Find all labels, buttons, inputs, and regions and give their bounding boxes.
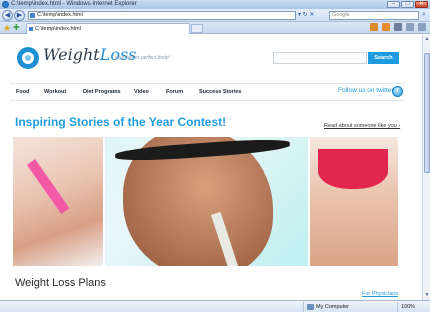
nav-workout[interactable]: Workout bbox=[44, 84, 66, 101]
computer-icon bbox=[307, 304, 314, 310]
close-button[interactable]: ✕ bbox=[415, 1, 428, 8]
contest-heading: Inspiring Stories of the Year Contest! bbox=[15, 115, 227, 129]
window-titlebar: C:\temp\index.html - Windows Internet Ex… bbox=[0, 0, 430, 9]
add-favorite-icon[interactable]: ✚ bbox=[13, 23, 20, 33]
site-search-button[interactable]: Search bbox=[368, 52, 399, 64]
page-icon bbox=[30, 13, 35, 18]
window-title: C:\temp\index.html - Windows Internet Ex… bbox=[11, 1, 137, 7]
zoom-control[interactable]: 100% bbox=[397, 302, 430, 312]
zoom-level: 100% bbox=[401, 304, 416, 310]
web-page: WeightLoss your key to perfect body! Sea… bbox=[0, 35, 422, 300]
zone-label: My Computer bbox=[316, 304, 350, 310]
logo-weight: Weight bbox=[43, 45, 100, 64]
feeds-icon[interactable] bbox=[382, 23, 390, 31]
magnifier-icon[interactable]: ⌕ bbox=[419, 11, 429, 20]
hero-photo-red-swimsuit bbox=[310, 137, 398, 266]
home-icon[interactable] bbox=[370, 23, 378, 31]
print-icon[interactable] bbox=[394, 23, 402, 31]
nav-video[interactable]: Video bbox=[134, 84, 149, 101]
tools-icon[interactable] bbox=[418, 23, 426, 31]
hero-banner[interactable] bbox=[13, 137, 398, 266]
maximize-button[interactable]: □ bbox=[401, 1, 414, 8]
scroll-up-icon[interactable]: ▲ bbox=[424, 36, 430, 43]
tab-label: C:\temp\index.html bbox=[35, 26, 81, 32]
page-menu-icon[interactable] bbox=[406, 23, 414, 31]
ie-icon bbox=[2, 1, 9, 8]
follow-twitter-link[interactable]: Follow us on twitter! bbox=[338, 87, 395, 94]
address-text: C:\temp\index.html bbox=[37, 12, 83, 18]
nav-food[interactable]: Food bbox=[16, 84, 29, 101]
logo-mark-icon[interactable] bbox=[17, 47, 39, 69]
hero-photo-tape-measure bbox=[105, 137, 308, 266]
address-bar[interactable]: C:\temp\index.html bbox=[28, 11, 296, 20]
vertical-scrollbar[interactable]: ▲ ▼ bbox=[422, 35, 430, 300]
section-heading: Weight Loss Plans bbox=[15, 277, 106, 289]
tab-page-icon bbox=[29, 27, 33, 31]
command-bar bbox=[370, 23, 426, 31]
scroll-down-icon[interactable]: ▼ bbox=[424, 292, 430, 299]
twitter-icon[interactable]: t bbox=[392, 86, 403, 97]
security-zone: My Computer bbox=[303, 302, 367, 312]
favorites-star-icon[interactable]: ★ bbox=[3, 23, 11, 33]
nav-success-stories[interactable]: Success Stories bbox=[199, 84, 242, 101]
physicians-link[interactable]: For Physicians bbox=[362, 291, 398, 297]
nav-forum[interactable]: Forum bbox=[166, 84, 183, 101]
address-actions[interactable]: ▾ ↻ ✕ bbox=[298, 11, 326, 20]
site-tagline: your key to perfect body! bbox=[115, 55, 170, 61]
forward-button[interactable]: ▶ bbox=[14, 10, 25, 21]
nav-diet-programs[interactable]: Diet Programs bbox=[83, 84, 121, 101]
scroll-thumb[interactable] bbox=[424, 53, 430, 173]
minimize-button[interactable]: – bbox=[387, 1, 400, 8]
back-button[interactable]: ◀ bbox=[2, 10, 13, 21]
status-bar: My Computer 100% bbox=[0, 300, 430, 312]
new-tab-button[interactable] bbox=[191, 24, 203, 33]
browser-search-input[interactable]: Google bbox=[329, 11, 419, 20]
tab-bar: ★ ✚ C:\temp\index.html bbox=[0, 22, 430, 34]
read-stories-link[interactable]: Read about someone like you › bbox=[324, 123, 400, 129]
site-search-input[interactable] bbox=[273, 52, 367, 64]
window-controls: – □ ✕ bbox=[387, 1, 428, 8]
address-toolbar: ◀ ▶ C:\temp\index.html ▾ ↻ ✕ Google ⌕ bbox=[0, 9, 430, 22]
search-placeholder: Google bbox=[332, 12, 350, 18]
tab-index[interactable]: C:\temp\index.html bbox=[26, 23, 190, 34]
hero-photo-measuring-waist bbox=[13, 137, 103, 266]
